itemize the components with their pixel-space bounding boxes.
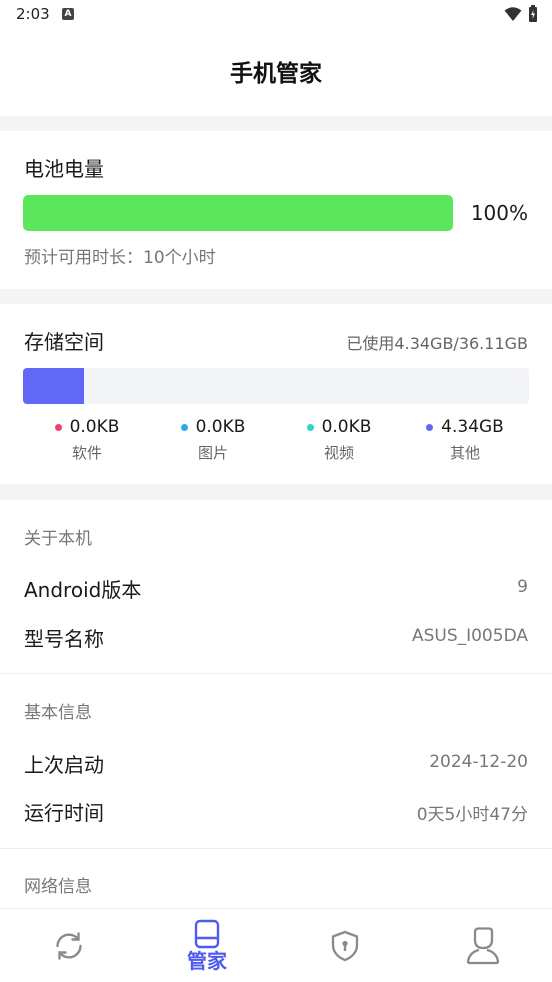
nav-tab-security[interactable] xyxy=(276,909,414,982)
notification-icon: A xyxy=(62,8,74,20)
battery-estimate: 预计可用时长：10个小时 xyxy=(24,248,216,268)
nav-tab-manager-label: 管家 xyxy=(187,948,227,973)
legend-dot xyxy=(426,423,434,431)
legend-value: 0.0KB xyxy=(195,417,246,437)
storage-used-summary: 已使用4.34GB/36.11GB xyxy=(346,334,528,353)
battery-title: 电池电量 xyxy=(24,157,104,181)
storage-legend: 0.0KB 软件 0.0KB 图片 0.0KB 视频 4.34GB 其他 xyxy=(0,416,552,466)
uptime-label: 运行时间 xyxy=(24,801,104,825)
status-time: 2:03 xyxy=(16,5,50,23)
storage-title: 存储空间 xyxy=(24,330,104,354)
battery-bar-fill xyxy=(23,195,453,231)
status-icons xyxy=(504,5,538,23)
model-name-value: ASUS_I005DA xyxy=(411,626,528,646)
legend-value: 4.34GB xyxy=(441,417,504,437)
device-info-card: 关于本机 Android版本 9 型号名称 ASUS_I005DA 基本信息 上… xyxy=(0,500,552,910)
legend-label: 图片 xyxy=(197,444,228,462)
last-boot-value: 2024-12-20 xyxy=(429,752,528,772)
nav-tab-profile[interactable] xyxy=(414,909,552,982)
divider xyxy=(0,673,552,674)
android-version-value: 9 xyxy=(517,577,528,597)
legend-dot xyxy=(180,423,188,431)
network-section-title: 网络信息 xyxy=(24,877,92,897)
legend-dot xyxy=(54,423,62,431)
wifi-icon xyxy=(504,7,522,21)
uptime-value: 0天5小时47分 xyxy=(416,805,528,825)
basic-info-section-title: 基本信息 xyxy=(24,703,92,723)
battery-card: 电池电量 100% 预计可用时长：10个小时 xyxy=(0,131,552,289)
legend-label: 其他 xyxy=(449,444,480,462)
app-header: 手机管家 xyxy=(0,30,552,116)
legend-value: 0.0KB xyxy=(69,417,120,437)
about-section-title: 关于本机 xyxy=(24,529,92,549)
shield-icon xyxy=(331,930,359,962)
nav-tab-manager[interactable]: 管家 xyxy=(138,909,276,982)
legend-item-videos: 0.0KB 视频 xyxy=(276,416,402,463)
bottom-nav: 管家 xyxy=(0,908,552,982)
divider xyxy=(0,848,552,849)
battery-bar xyxy=(23,195,453,231)
legend-item-apps: 0.0KB 软件 xyxy=(24,416,150,463)
last-boot-label: 上次启动 xyxy=(24,753,104,777)
model-name-label: 型号名称 xyxy=(24,627,104,651)
legend-item-images: 0.0KB 图片 xyxy=(150,416,276,463)
storage-bar-fill xyxy=(23,368,84,404)
legend-label: 视频 xyxy=(323,444,354,462)
nav-tab-refresh[interactable] xyxy=(0,909,138,982)
legend-item-other: 4.34GB 其他 xyxy=(402,416,528,463)
android-version-label: Android版本 xyxy=(24,578,142,602)
page-title: 手机管家 xyxy=(230,61,322,87)
battery-icon xyxy=(529,5,537,22)
legend-value: 0.0KB xyxy=(321,417,372,437)
refresh-icon xyxy=(56,932,82,960)
battery-percent: 100% xyxy=(470,201,528,225)
legend-dot xyxy=(306,423,314,431)
legend-label: 软件 xyxy=(71,444,102,462)
status-bar: 2:03 A xyxy=(0,0,552,30)
storage-bar xyxy=(23,368,529,404)
user-icon xyxy=(466,927,500,965)
storage-card: 存储空间 已使用4.34GB/36.11GB 0.0KB 软件 0.0KB 图片… xyxy=(0,304,552,484)
